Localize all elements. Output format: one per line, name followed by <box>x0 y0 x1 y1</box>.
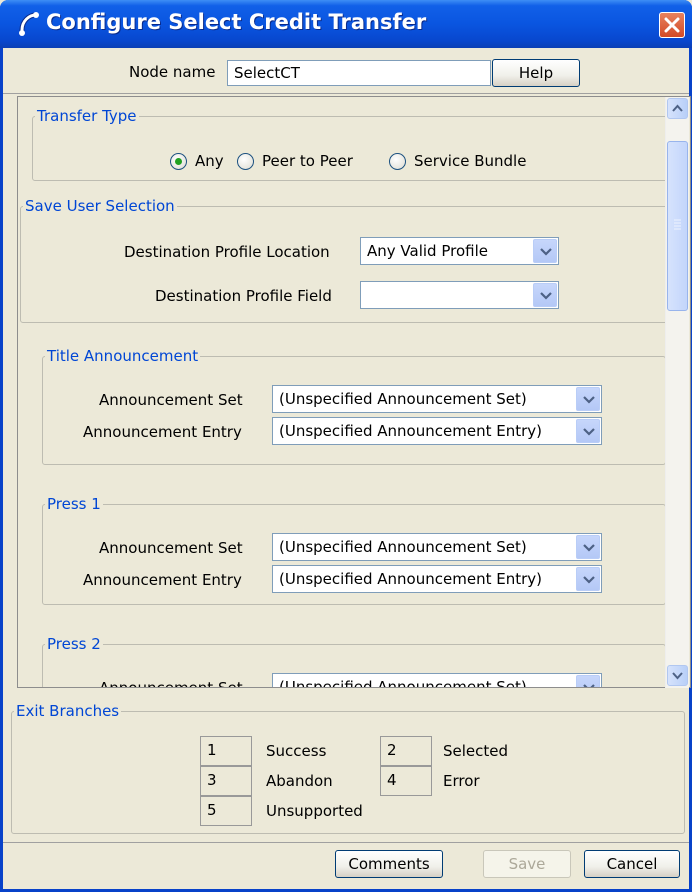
title-announcement-entry-select[interactable]: (Unspecified Announcement Entry) <box>272 417 602 445</box>
exit-branches-group: Exit Branches 1 Success 2 Selected 3 Aba… <box>11 702 685 834</box>
dropdown-arrow-icon[interactable] <box>576 419 600 443</box>
exit-branch-number: 2 <box>380 736 432 766</box>
radio-peer-to-peer-label[interactable]: Peer to Peer <box>262 152 353 170</box>
press-1-announcement-set-value: (Unspecified Announcement Set) <box>279 538 527 556</box>
chevron-up-icon <box>672 104 683 112</box>
cancel-button[interactable]: Cancel <box>584 850 680 878</box>
button-bar: Comments Save Cancel <box>3 842 689 890</box>
exit-branch-label: Success <box>266 742 327 760</box>
node-name-bar: Node name Help <box>3 48 689 94</box>
comments-button[interactable]: Comments <box>335 850 443 878</box>
close-button[interactable] <box>659 12 685 38</box>
press-1-group: Press 1 Announcement Set (Unspecified An… <box>42 495 666 605</box>
title-announcement-group: Title Announcement Announcement Set (Uns… <box>42 347 666 465</box>
dialog-window: Configure Select Credit Transfer Node na… <box>0 0 692 892</box>
transfer-type-group: Transfer Type Any Peer to Peer Service B… <box>32 107 668 181</box>
exit-branch-number: 3 <box>200 766 252 796</box>
settings-scroll-pane[interactable]: Transfer Type Any Peer to Peer Service B… <box>17 96 691 688</box>
destination-profile-field-select[interactable] <box>360 281 559 309</box>
title-announcement-legend: Title Announcement <box>47 347 199 365</box>
grip-icon <box>674 219 681 230</box>
radio-any-label[interactable]: Any <box>195 152 224 170</box>
radio-any[interactable] <box>170 153 187 170</box>
press-2-legend: Press 2 <box>47 635 101 653</box>
dropdown-arrow-icon[interactable] <box>533 283 557 307</box>
vertical-scrollbar[interactable] <box>665 97 689 688</box>
announcement-set-label: Announcement Set <box>99 679 243 688</box>
radio-service-bundle-label[interactable]: Service Bundle <box>414 152 526 170</box>
exit-branch-label: Unsupported <box>266 802 363 820</box>
exit-branch-number: 4 <box>380 766 432 796</box>
phone-handset-icon <box>19 12 39 36</box>
destination-profile-location-label: Destination Profile Location <box>124 243 330 261</box>
transfer-type-legend: Transfer Type <box>37 107 137 125</box>
title-announcement-entry-value: (Unspecified Announcement Entry) <box>279 422 542 440</box>
destination-profile-location-select[interactable]: Any Valid Profile <box>360 237 559 265</box>
press-1-legend: Press 1 <box>47 495 101 513</box>
dropdown-arrow-icon[interactable] <box>576 535 600 559</box>
destination-profile-location-value: Any Valid Profile <box>367 242 488 260</box>
title-bar[interactable]: Configure Select Credit Transfer <box>0 0 692 48</box>
press-2-group: Press 2 Announcement Set (Unspecified An… <box>42 635 666 688</box>
dropdown-arrow-icon[interactable] <box>533 239 557 263</box>
destination-profile-field-label: Destination Profile Field <box>155 287 332 305</box>
announcement-set-label: Announcement Set <box>99 539 243 557</box>
dropdown-arrow-icon[interactable] <box>576 387 600 411</box>
close-icon <box>664 17 680 33</box>
exit-branches-legend: Exit Branches <box>16 702 120 720</box>
window-title: Configure Select Credit Transfer <box>46 10 427 34</box>
save-button[interactable]: Save <box>483 850 571 878</box>
node-name-input[interactable] <box>227 60 491 86</box>
help-button[interactable]: Help <box>492 59 580 87</box>
exit-branch-label: Selected <box>443 742 509 760</box>
press-1-announcement-entry-value: (Unspecified Announcement Entry) <box>279 570 542 588</box>
title-announcement-set-select[interactable]: (Unspecified Announcement Set) <box>272 385 602 413</box>
press-1-announcement-entry-select[interactable]: (Unspecified Announcement Entry) <box>272 565 602 593</box>
press-2-announcement-set-select[interactable]: (Unspecified Announcement Set) <box>272 673 602 688</box>
press-1-announcement-set-select[interactable]: (Unspecified Announcement Set) <box>272 533 602 561</box>
press-2-announcement-set-value: (Unspecified Announcement Set) <box>279 678 527 688</box>
save-user-selection-group: Save User Selection Destination Profile … <box>20 197 668 323</box>
scroll-down-button[interactable] <box>667 665 688 686</box>
scroll-thumb[interactable] <box>667 141 688 311</box>
dropdown-arrow-icon[interactable] <box>576 675 600 687</box>
exit-branch-label: Error <box>443 772 480 790</box>
announcement-entry-label: Announcement Entry <box>83 571 242 589</box>
node-name-label: Node name <box>129 63 216 81</box>
exit-branch-label: Abandon <box>266 772 333 790</box>
announcement-set-label: Announcement Set <box>99 391 243 409</box>
save-user-selection-legend: Save User Selection <box>25 197 175 215</box>
scroll-up-button[interactable] <box>667 98 688 119</box>
title-announcement-set-value: (Unspecified Announcement Set) <box>279 390 527 408</box>
dropdown-arrow-icon[interactable] <box>576 567 600 591</box>
exit-branch-number: 1 <box>200 736 252 766</box>
announcement-entry-label: Announcement Entry <box>83 423 242 441</box>
chevron-down-icon <box>672 672 683 680</box>
radio-service-bundle[interactable] <box>389 153 406 170</box>
radio-peer-to-peer[interactable] <box>237 153 254 170</box>
exit-branch-number: 5 <box>200 796 252 826</box>
